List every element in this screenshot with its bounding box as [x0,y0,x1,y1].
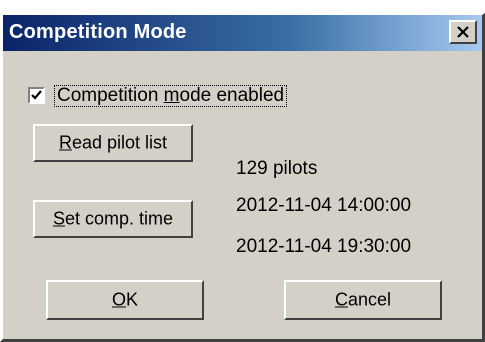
button-accelerator: S [52,208,65,229]
label-part: Competition [57,85,164,106]
button-label: et comp. time [64,208,174,229]
window-title: Competition Mode [9,21,187,43]
competition-mode-checkbox[interactable] [28,87,45,104]
button-accelerator: C [334,289,348,310]
close-icon [457,26,469,38]
button-label: ead pilot list [71,132,168,153]
competition-mode-label[interactable]: Competition mode enabled [54,85,288,107]
button-accelerator: O [111,289,126,310]
label-accelerator: m [163,85,180,106]
pilot-count-text: 129 pilots [236,158,318,179]
competition-start-time: 2012-11-04 14:00:00 [236,195,412,216]
title-bar[interactable]: Competition Mode [3,15,482,51]
button-label: K [126,289,139,310]
button-label: ancel [347,289,392,310]
label-part: ode enabled [179,85,285,106]
set-comp-time-button[interactable]: Set comp. time [33,200,193,238]
button-accelerator: R [58,132,72,153]
close-button[interactable] [449,20,477,44]
cancel-button[interactable]: Cancel [284,280,442,320]
ok-button[interactable]: OK [46,280,204,320]
read-pilot-list-button[interactable]: Read pilot list [33,124,193,162]
checkmark-icon [31,90,42,100]
dialog-window: Competition Mode Competition mode enable… [0,13,485,342]
screen-background-strip [0,0,485,13]
competition-end-time: 2012-11-04 19:30:00 [236,236,412,257]
